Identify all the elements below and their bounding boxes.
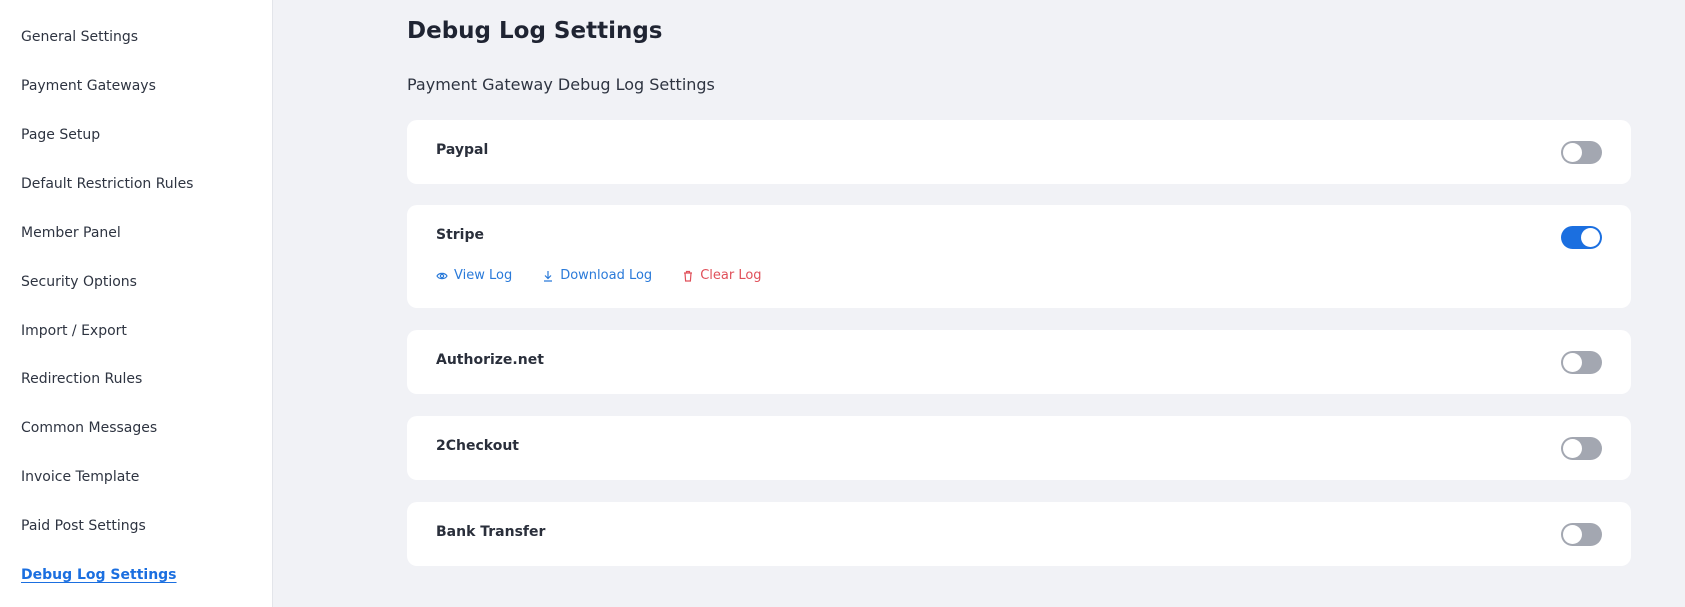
- gateway-name: 2Checkout: [436, 438, 519, 454]
- gateway-card-stripe: Stripe View Log Download Log Clear Log: [407, 205, 1631, 308]
- clear-log-label: Clear Log: [700, 268, 762, 283]
- sidebar-item-paid-post-settings[interactable]: Paid Post Settings: [21, 518, 146, 534]
- gateway-name: Authorize.net: [436, 352, 544, 368]
- sidebar-item-invoice-template[interactable]: Invoice Template: [21, 469, 139, 485]
- view-log-link[interactable]: View Log: [436, 268, 512, 283]
- download-log-label: Download Log: [560, 268, 653, 283]
- sidebar-item-redirection-rules[interactable]: Redirection Rules: [21, 371, 142, 387]
- sidebar-item-page-setup[interactable]: Page Setup: [21, 127, 100, 143]
- gateway-card-authorize-net: Authorize.net: [407, 330, 1631, 394]
- sidebar-item-member-panel[interactable]: Member Panel: [21, 225, 121, 241]
- toggle-knob: [1563, 353, 1582, 372]
- sidebar-item-default-restriction-rules[interactable]: Default Restriction Rules: [21, 176, 193, 192]
- sidebar-item-security-options[interactable]: Security Options: [21, 274, 137, 290]
- trash-icon: [684, 270, 693, 282]
- sidebar-item-import-export[interactable]: Import / Export: [21, 323, 127, 339]
- log-actions: View Log Download Log Clear Log: [436, 268, 762, 283]
- gateway-card-bank-transfer: Bank Transfer: [407, 502, 1631, 566]
- gateway-name: Bank Transfer: [436, 524, 546, 540]
- gateway-name: Paypal: [436, 142, 489, 158]
- gateway-card-2checkout: 2Checkout: [407, 416, 1631, 480]
- debug-toggle-authorize-net[interactable]: [1561, 351, 1602, 374]
- toggle-knob: [1563, 525, 1582, 544]
- toggle-knob: [1581, 228, 1600, 247]
- gateway-card-paypal: Paypal: [407, 120, 1631, 184]
- sidebar-item-general-settings[interactable]: General Settings: [21, 29, 138, 45]
- download-log-link[interactable]: Download Log: [542, 268, 652, 283]
- view-log-label: View Log: [454, 268, 513, 283]
- section-title: Payment Gateway Debug Log Settings: [407, 75, 715, 94]
- debug-toggle-2checkout[interactable]: [1561, 437, 1602, 460]
- eye-icon: [436, 272, 448, 279]
- debug-toggle-stripe[interactable]: [1561, 226, 1602, 249]
- sidebar: General Settings Payment Gateways Page S…: [0, 0, 273, 607]
- debug-toggle-bank-transfer[interactable]: [1561, 523, 1602, 546]
- sidebar-item-common-messages[interactable]: Common Messages: [21, 420, 157, 436]
- toggle-knob: [1563, 439, 1582, 458]
- sidebar-item-debug-log-settings[interactable]: Debug Log Settings: [21, 567, 177, 583]
- main-content: Debug Log Settings Payment Gateway Debug…: [407, 0, 1631, 607]
- gateway-name: Stripe: [436, 227, 484, 243]
- debug-toggle-paypal[interactable]: [1561, 141, 1602, 164]
- download-icon: [544, 270, 553, 282]
- page-title: Debug Log Settings: [407, 18, 663, 44]
- clear-log-link[interactable]: Clear Log: [682, 268, 762, 283]
- toggle-knob: [1563, 143, 1582, 162]
- sidebar-item-payment-gateways[interactable]: Payment Gateways: [21, 78, 156, 94]
